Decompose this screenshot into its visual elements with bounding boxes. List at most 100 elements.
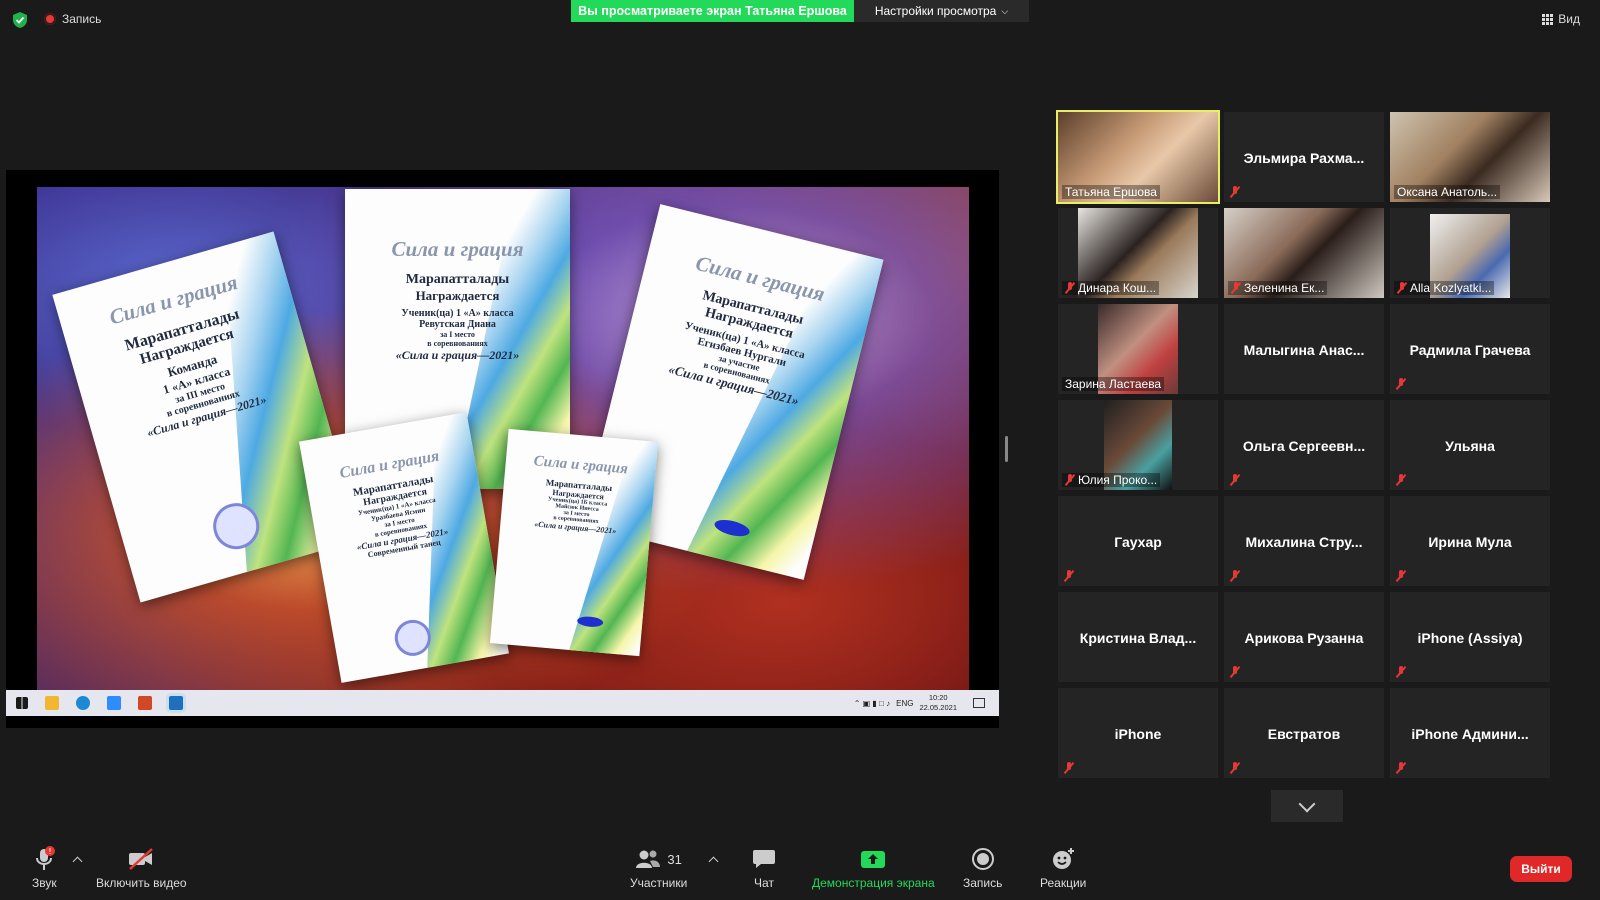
view-options-button[interactable]: Настройки просмотра ⌵: [854, 0, 1029, 22]
participant-name: Ольга Сергеевн...: [1242, 438, 1366, 454]
participant-name: Михалина Стру...: [1245, 534, 1363, 550]
participant-tile[interactable]: Ирина Мула: [1390, 496, 1550, 586]
participants-count: 31: [667, 851, 682, 867]
participant-name: Евстратов: [1267, 726, 1341, 742]
mic-muted-icon: [1065, 282, 1075, 294]
audio-button[interactable]: ! Звук: [32, 846, 57, 890]
participant-name: Гаухар: [1114, 534, 1162, 550]
audio-label: Звук: [32, 876, 57, 890]
certificate-5: Сила и грация Марапатталады Награждается…: [489, 428, 659, 657]
split-divider-handle[interactable]: [1005, 436, 1008, 462]
svg-text:!: !: [49, 847, 52, 856]
participant-name: Зарина Ластаева: [1062, 377, 1165, 391]
participant-tile[interactable]: iPhone Админи...: [1390, 688, 1550, 778]
chat-label: Чат: [754, 876, 774, 890]
view-options-label: Настройки просмотра: [874, 4, 997, 18]
participant-tile[interactable]: Михалина Стру...: [1224, 496, 1384, 586]
start-video-button[interactable]: Включить видео: [96, 846, 187, 890]
media-player-icon: [169, 696, 183, 710]
view-button[interactable]: Вид: [1542, 12, 1580, 26]
mic-muted-icon: [1230, 762, 1240, 774]
participant-tile[interactable]: Зеленина Ек...: [1224, 208, 1384, 298]
audio-options-caret[interactable]: [72, 856, 83, 867]
edge-browser-icon: [76, 696, 90, 710]
participant-tile[interactable]: iPhone: [1058, 688, 1218, 778]
participant-tile[interactable]: Татьяна Ершова: [1056, 110, 1220, 204]
participant-name: Оксана Анатоль...: [1394, 185, 1501, 199]
participant-name-text: Alla Kozlyatki...: [1410, 281, 1492, 295]
participant-tile[interactable]: Эльмира Рахма...: [1224, 112, 1384, 202]
participant-name-text: Динара Кош...: [1078, 281, 1157, 295]
participant-name-text: Татьяна Ершова: [1065, 185, 1157, 199]
participant-tile[interactable]: Оксана Анатоль...: [1390, 112, 1550, 202]
recording-indicator[interactable]: Запись: [44, 12, 101, 26]
participant-name: Кристина Влад...: [1079, 630, 1197, 646]
grid-icon: [1542, 13, 1554, 25]
share-screen-icon: [860, 846, 886, 872]
tray-language: ENG: [896, 698, 914, 708]
participant-tile[interactable]: Арикова Рузанна: [1224, 592, 1384, 682]
leave-button[interactable]: Выйти: [1510, 856, 1572, 882]
participant-tile[interactable]: Евстратов: [1224, 688, 1384, 778]
shield-icon[interactable]: [12, 12, 28, 28]
tray-time: 10:20: [928, 693, 948, 702]
notification-icon: [973, 698, 985, 708]
view-label: Вид: [1558, 12, 1580, 26]
mic-muted-icon: [1396, 666, 1406, 678]
certificate-title: Сила и грация: [391, 237, 524, 261]
participants-label: Участники: [630, 876, 688, 890]
microphone-icon: !: [33, 846, 56, 872]
participant-tile[interactable]: Ольга Сергеевн...: [1224, 400, 1384, 490]
participants-options-caret[interactable]: [708, 856, 719, 867]
certificate-line: Награждается: [415, 288, 500, 303]
participant-tile[interactable]: Гаухар: [1058, 496, 1218, 586]
mic-muted-icon: [1397, 282, 1407, 294]
participant-tile[interactable]: Кристина Влад...: [1058, 592, 1218, 682]
chat-icon: [752, 846, 776, 872]
participant-tile[interactable]: Динара Кош...: [1058, 208, 1218, 298]
participant-name-text: Оксана Анатоль...: [1397, 185, 1498, 199]
participant-tile[interactable]: Юлия Проко...: [1058, 400, 1218, 490]
participant-name: Alla Kozlyatki...: [1394, 281, 1495, 295]
certificate-line: за I место: [440, 330, 475, 339]
video-label: Включить видео: [96, 876, 187, 890]
record-icon: [971, 846, 995, 872]
chat-button[interactable]: Чат: [752, 846, 776, 890]
participant-tile[interactable]: Малыгина Анас...: [1224, 304, 1384, 394]
mic-muted-icon: [1064, 570, 1074, 582]
system-tray: ⌃ ▣ ▮ □ ♪ ENG 10:20 22.05.2021: [854, 690, 985, 716]
record-dot-icon: [44, 13, 56, 25]
shared-slide: Сила и грация Марапатталады Награждается…: [37, 187, 969, 707]
participant-tile[interactable]: Alla Kozlyatki...: [1390, 208, 1550, 298]
mic-muted-icon: [1396, 378, 1406, 390]
participants-button[interactable]: 31 Участники: [630, 846, 687, 890]
mic-muted-icon: [1230, 666, 1240, 678]
participant-name: Ирина Мула: [1428, 534, 1512, 550]
reactions-icon: [1050, 846, 1076, 872]
gallery-next-page-button[interactable]: [1271, 790, 1343, 822]
shared-screen[interactable]: Сила и грация Марапатталады Награждается…: [6, 170, 999, 728]
record-label: Запись: [963, 876, 1003, 890]
mic-muted-icon: [1230, 186, 1240, 198]
participant-name: Арикова Рузанна: [1244, 630, 1364, 646]
share-screen-button[interactable]: Демонстрация экрана: [812, 846, 935, 890]
file-explorer-icon: [45, 696, 59, 710]
video-off-icon: [126, 846, 156, 872]
record-button[interactable]: Запись: [963, 846, 1002, 890]
mic-muted-icon: [1396, 570, 1406, 582]
shared-taskbar: ⌃ ▣ ▮ □ ♪ ENG 10:20 22.05.2021: [6, 690, 999, 716]
reactions-button[interactable]: Реакции: [1040, 846, 1086, 890]
participant-tile[interactable]: Ульяна: [1390, 400, 1550, 490]
participant-name: iPhone (Assiya): [1417, 630, 1523, 646]
participant-name: Эльмира Рахма...: [1243, 150, 1365, 166]
chevron-down-icon: [1298, 795, 1316, 812]
participant-name-text: Юлия Проко...: [1078, 473, 1158, 487]
participant-name: Зеленина Ек...: [1228, 281, 1328, 295]
meeting-toolbar: ! Звук Включить видео 31 Участники Чат Д…: [0, 840, 1600, 900]
mic-muted-icon: [1230, 474, 1240, 486]
certificate-line: «Сила и грация—2021»: [395, 348, 520, 362]
participant-tile[interactable]: iPhone (Assiya): [1390, 592, 1550, 682]
top-bar: Запись Вы просматриваете экран Татьяна Е…: [0, 0, 1600, 40]
participant-tile[interactable]: Радмила Грачева: [1390, 304, 1550, 394]
participant-tile[interactable]: Зарина Ластаева: [1058, 304, 1218, 394]
